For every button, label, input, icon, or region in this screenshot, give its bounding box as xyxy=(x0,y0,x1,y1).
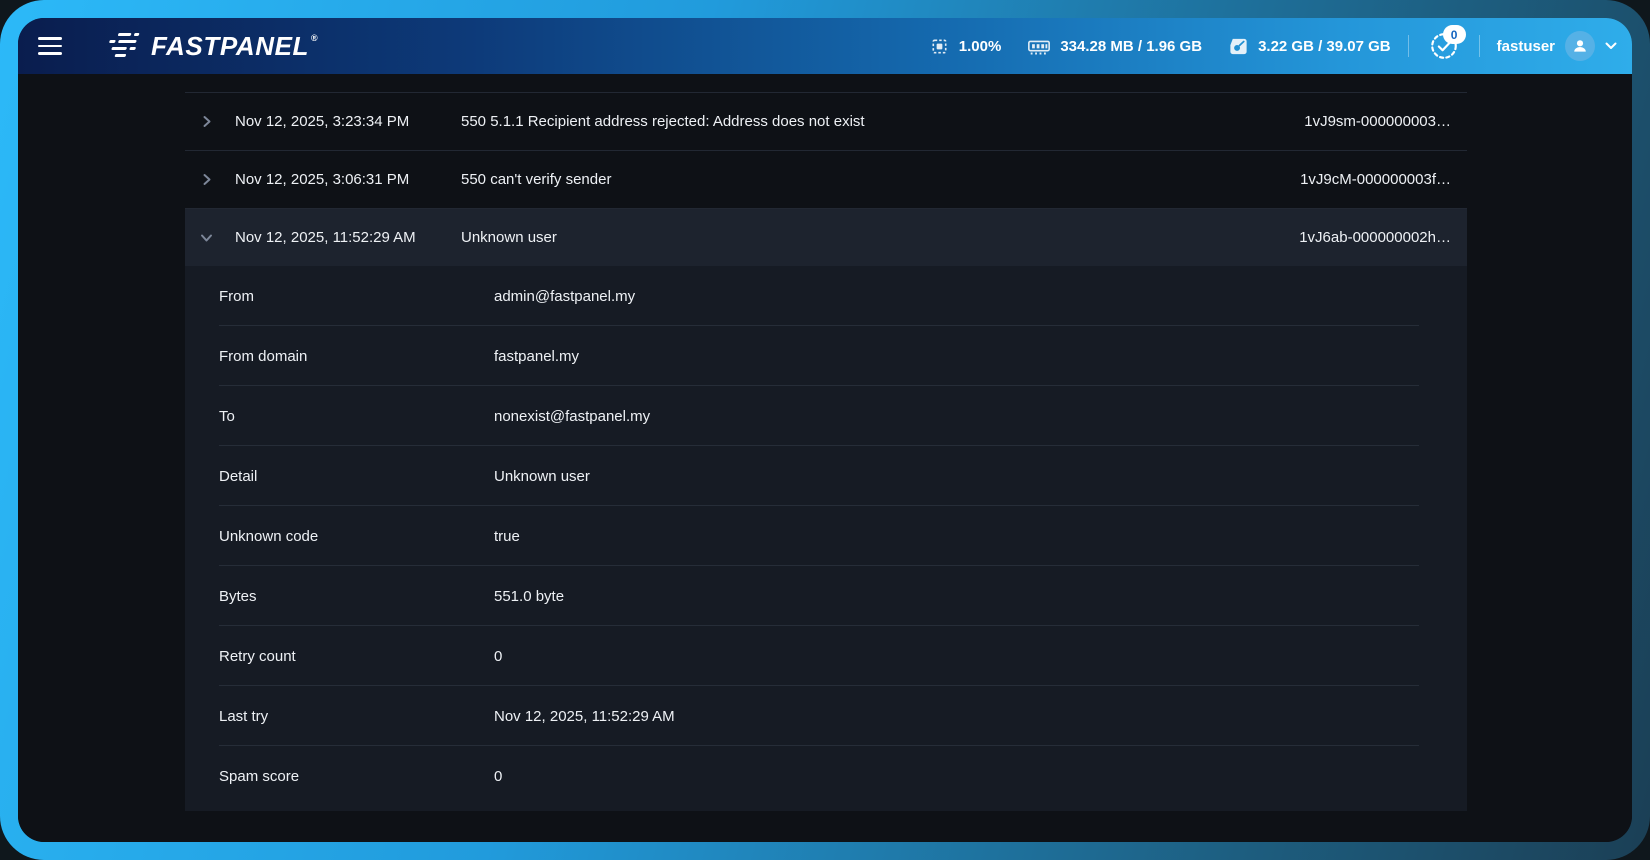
username-label: fastuser xyxy=(1497,38,1555,55)
mail-id: 1vJ6ab-000000002h… xyxy=(1299,229,1467,246)
detail-label: Bytes xyxy=(219,588,494,605)
mail-date: Nov 12, 2025, 3:23:34 PM xyxy=(235,113,461,130)
detail-value: 551.0 byte xyxy=(494,588,1467,605)
detail-value: Nov 12, 2025, 11:52:29 AM xyxy=(494,708,1467,725)
mail-id: 1vJ9cM-000000003f… xyxy=(1300,171,1467,188)
cpu-usage: 1.00% xyxy=(929,36,1002,57)
mail-date: Nov 12, 2025, 3:06:31 PM xyxy=(235,171,461,188)
detail-value: fastpanel.my xyxy=(494,348,1467,365)
app-window: FASTPANEL® 1.00% xyxy=(18,18,1632,842)
mail-detail-row: Bytes 551.0 byte xyxy=(185,566,1467,626)
detail-label: To xyxy=(219,408,494,425)
mail-id: 1vJ9sm-000000003… xyxy=(1304,113,1467,130)
mail-row[interactable]: Nov 12, 2025, 3:23:34 PM 550 5.1.1 Recip… xyxy=(185,92,1467,150)
detail-label: From xyxy=(219,288,494,305)
user-menu[interactable]: fastuser xyxy=(1497,31,1617,61)
mail-detail-row: Detail Unknown user xyxy=(185,446,1467,506)
detail-label: Spam score xyxy=(219,768,494,785)
mail-detail-row: Retry count 0 xyxy=(185,626,1467,686)
mail-detail-row: To nonexist@fastpanel.my xyxy=(185,386,1467,446)
avatar xyxy=(1565,31,1595,61)
cpu-value: 1.00% xyxy=(959,38,1002,55)
detail-value: Unknown user xyxy=(494,468,1467,485)
mail-row[interactable]: Nov 12, 2025, 11:52:29 AM Unknown user 1… xyxy=(185,208,1467,266)
ram-value: 334.28 MB / 1.96 GB xyxy=(1060,38,1202,55)
detail-label: Unknown code xyxy=(219,528,494,545)
expand-chevron-icon[interactable] xyxy=(185,172,235,187)
expand-chevron-icon[interactable] xyxy=(185,114,235,129)
mail-detail-row: Unknown code true xyxy=(185,506,1467,566)
detail-label: Detail xyxy=(219,468,494,485)
registered-mark: ® xyxy=(311,34,318,43)
detail-label: From domain xyxy=(219,348,494,365)
cpu-icon xyxy=(929,36,950,57)
mail-date: Nov 12, 2025, 11:52:29 AM xyxy=(235,229,461,246)
detail-value: admin@fastpanel.my xyxy=(494,288,1467,305)
mail-detail-row: Spam score 0 xyxy=(185,746,1467,806)
content-area: Nov 12, 2025, 3:23:34 PM 550 5.1.1 Recip… xyxy=(18,74,1632,842)
mail-row[interactable]: Nov 12, 2025, 3:06:31 PM 550 can't verif… xyxy=(185,150,1467,208)
window-frame: FASTPANEL® 1.00% xyxy=(0,0,1650,860)
brand-logo[interactable]: FASTPANEL® xyxy=(102,31,318,61)
mail-details-panel: From admin@fastpanel.my From domain fast… xyxy=(185,266,1467,811)
mail-detail-row: Last try Nov 12, 2025, 11:52:29 AM xyxy=(185,686,1467,746)
mail-message: 550 can't verify sender xyxy=(461,171,1300,188)
mail-message: Unknown user xyxy=(461,229,1299,246)
resource-stats: 1.00% 334.28 MB / 1.96 GB xyxy=(929,36,1391,57)
expand-chevron-icon[interactable] xyxy=(185,230,235,245)
hamburger-menu-icon[interactable] xyxy=(38,37,64,55)
brand-name: FASTPANEL xyxy=(151,33,309,59)
mail-detail-row: From admin@fastpanel.my xyxy=(185,266,1467,326)
detail-label: Last try xyxy=(219,708,494,725)
notification-count-badge: 0 xyxy=(1443,25,1466,44)
detail-value: 0 xyxy=(494,768,1467,785)
fastpanel-logo-icon xyxy=(102,31,142,61)
notifications-button[interactable]: 0 xyxy=(1426,28,1462,64)
detail-value: true xyxy=(494,528,1467,545)
ram-usage: 334.28 MB / 1.96 GB xyxy=(1027,36,1202,57)
mail-message: 550 5.1.1 Recipient address rejected: Ad… xyxy=(461,113,1304,130)
disk-icon xyxy=(1228,36,1249,57)
disk-usage: 3.22 GB / 39.07 GB xyxy=(1228,36,1391,57)
top-header: FASTPANEL® 1.00% xyxy=(18,18,1632,74)
mail-detail-row: From domain fastpanel.my xyxy=(185,326,1467,386)
detail-value: nonexist@fastpanel.my xyxy=(494,408,1467,425)
header-divider xyxy=(1408,35,1409,57)
chevron-down-icon xyxy=(1605,42,1617,50)
disk-value: 3.22 GB / 39.07 GB xyxy=(1258,38,1391,55)
detail-label: Retry count xyxy=(219,648,494,665)
header-divider xyxy=(1479,35,1480,57)
ram-icon xyxy=(1027,36,1051,57)
detail-value: 0 xyxy=(494,648,1467,665)
mail-queue-table: Nov 12, 2025, 3:23:34 PM 550 5.1.1 Recip… xyxy=(185,92,1467,811)
person-icon xyxy=(1571,37,1589,55)
